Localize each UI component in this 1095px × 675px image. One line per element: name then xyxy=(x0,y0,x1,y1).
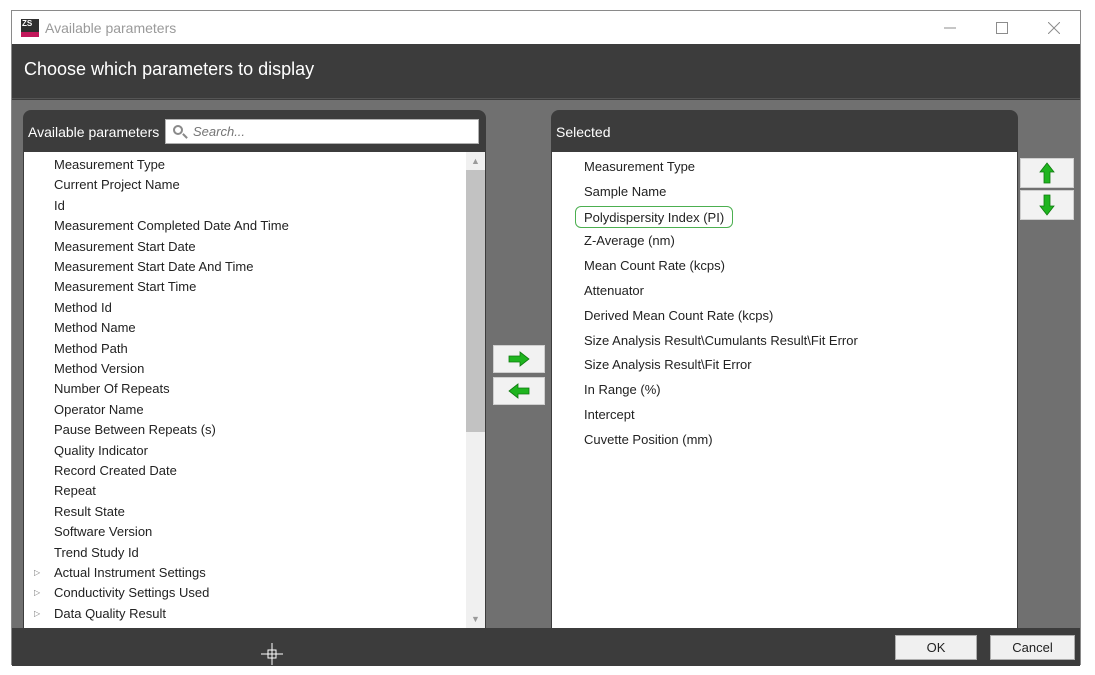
available-list-item[interactable]: Method Version xyxy=(54,359,144,379)
available-panel: Available parameters ▲ ▼ Measurement Typ… xyxy=(23,110,486,628)
selected-list-item[interactable]: Polydispersity Index (PI) xyxy=(575,205,734,228)
selected-list-item[interactable]: Sample Name xyxy=(584,181,666,203)
selected-list-item[interactable]: Intercept xyxy=(584,404,635,426)
selected-list[interactable]: Measurement Type Sample Name Polydispersit… xyxy=(552,152,1017,628)
close-button[interactable] xyxy=(1028,11,1080,44)
available-list-item[interactable]: Measurement Start Time xyxy=(54,277,196,297)
available-list-item[interactable]: Method Name xyxy=(54,318,136,338)
arrow-left-icon xyxy=(508,383,530,399)
dialog-window: ZS Available parameters Choose which par… xyxy=(11,10,1081,666)
app-logo-icon: ZS xyxy=(21,18,39,37)
dialog-body: Available parameters ▲ ▼ Measurement Typ… xyxy=(12,100,1080,628)
app-logo-text: ZS xyxy=(22,18,33,28)
move-cursor-icon xyxy=(261,643,283,665)
selected-list-item[interactable]: Z-Average (nm) xyxy=(584,230,675,252)
selected-list-item[interactable]: Size Analysis Result\Fit Error xyxy=(584,354,752,376)
selected-list-item[interactable]: Cuvette Position (mm) xyxy=(584,429,713,451)
available-list-item[interactable]: Conductivity Settings Used xyxy=(54,583,209,603)
dialog-heading: Choose which parameters to display xyxy=(24,59,315,79)
available-list-item[interactable]: Record Created Date xyxy=(54,461,177,481)
add-parameter-button[interactable] xyxy=(493,345,545,373)
search-box[interactable] xyxy=(165,119,479,144)
selected-list-item[interactable]: In Range (%) xyxy=(584,379,661,401)
arrow-down-icon xyxy=(1039,194,1055,216)
dialog-header: Choose which parameters to display xyxy=(12,44,1080,99)
expand-arrow-icon[interactable]: ▷ xyxy=(34,583,40,603)
available-list-item[interactable]: Number Of Repeats xyxy=(54,379,170,399)
available-list-item[interactable]: Result State xyxy=(54,502,125,522)
available-list[interactable]: ▲ ▼ Measurement Type Current Project Name… xyxy=(24,152,485,628)
available-list-item[interactable]: Software Version xyxy=(54,522,152,542)
scroll-thumb[interactable] xyxy=(466,170,485,432)
available-list-item[interactable]: Measurement Type xyxy=(54,155,165,175)
available-list-item[interactable]: Measurement Start Date xyxy=(54,237,196,257)
available-list-item[interactable]: Pause Between Repeats (s) xyxy=(54,420,216,440)
move-up-button[interactable] xyxy=(1020,158,1074,188)
scroll-down-arrow-icon[interactable]: ▼ xyxy=(466,610,485,628)
available-panel-label: Available parameters xyxy=(28,124,160,140)
available-list-item[interactable]: Id xyxy=(54,196,65,216)
available-list-item[interactable]: Method Id xyxy=(54,298,112,318)
selected-list-item[interactable]: Measurement Type xyxy=(584,156,695,178)
available-list-item[interactable]: Measurement Completed Date And Time xyxy=(54,216,289,236)
minimize-button[interactable] xyxy=(924,11,976,44)
remove-parameter-button[interactable] xyxy=(493,377,545,405)
search-input[interactable] xyxy=(193,124,463,139)
available-list-item[interactable]: Measurement Start Date And Time xyxy=(54,257,253,277)
title-bar: ZS Available parameters xyxy=(12,11,1080,44)
dialog-footer: OK Cancel xyxy=(12,628,1080,666)
move-down-button[interactable] xyxy=(1020,190,1074,220)
selected-list-item[interactable]: Derived Mean Count Rate (kcps) xyxy=(584,305,773,327)
selected-panel: Selected Measurement Type Sample Name Poly… xyxy=(551,110,1018,628)
available-list-item[interactable]: Quality Indicator xyxy=(54,441,148,461)
expand-arrow-icon[interactable]: ▷ xyxy=(34,563,40,583)
arrow-right-icon xyxy=(508,351,530,367)
maximize-icon xyxy=(996,21,1008,34)
available-list-item[interactable]: Repeat xyxy=(54,481,96,501)
maximize-button[interactable] xyxy=(976,11,1028,44)
available-list-item[interactable]: Current Project Name xyxy=(54,175,180,195)
available-scrollbar[interactable]: ▲ ▼ xyxy=(466,152,485,628)
scroll-up-arrow-icon[interactable]: ▲ xyxy=(466,152,485,170)
available-list-item[interactable]: Actual Instrument Settings xyxy=(54,563,206,583)
selected-panel-label: Selected xyxy=(556,124,611,140)
close-icon xyxy=(1048,21,1060,34)
available-list-item[interactable]: Operator Name xyxy=(54,400,144,420)
selected-list-item[interactable]: Attenuator xyxy=(584,280,644,302)
ok-button[interactable]: OK xyxy=(895,635,977,660)
search-icon xyxy=(172,124,188,140)
window-title: Available parameters xyxy=(45,19,177,36)
arrow-up-icon xyxy=(1039,162,1055,184)
available-list-item[interactable]: Trend Study Id xyxy=(54,543,139,563)
available-list-item[interactable]: Method Path xyxy=(54,339,128,359)
expand-arrow-icon[interactable]: ▷ xyxy=(34,604,40,624)
cancel-button[interactable]: Cancel xyxy=(990,635,1075,660)
selected-list-item[interactable]: Mean Count Rate (kcps) xyxy=(584,255,725,277)
selected-list-item[interactable]: Size Analysis Result\Cumulants Result\Fi… xyxy=(584,330,858,352)
minimize-icon xyxy=(944,27,956,28)
available-list-item[interactable]: Data Quality Result xyxy=(54,604,166,624)
